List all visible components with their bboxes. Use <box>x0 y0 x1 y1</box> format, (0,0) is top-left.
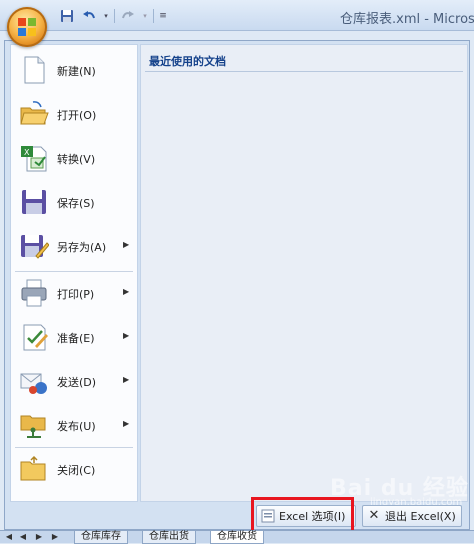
last-sheet-icon[interactable]: ▶ <box>50 531 60 543</box>
menu-item-new[interactable]: 新建(N) <box>11 50 137 90</box>
close-folder-icon <box>20 455 46 481</box>
office-logo-icon <box>18 18 36 36</box>
sheet-tab[interactable]: 仓库库存 <box>74 531 128 544</box>
menu-item-label: 转换(V) <box>57 153 96 166</box>
menu-item-label: 打印(P) <box>57 288 95 301</box>
menu-item-convert[interactable]: X 转换(V) <box>11 138 137 178</box>
office-menu-commands: 新建(N) 打开(O) X 转换(V) 保存(S) 另存为(A) ▶ 打印(P)… <box>10 44 138 502</box>
svg-text:X: X <box>24 148 30 157</box>
divider <box>145 71 463 72</box>
window-title: 仓库报表.xml - Micros <box>340 12 474 27</box>
next-sheet-icon[interactable]: ▶ <box>34 531 44 543</box>
toolbar-separator <box>114 9 115 23</box>
red-highlight-box <box>251 497 354 533</box>
menu-item-label: 准备(E) <box>57 332 95 345</box>
menu-item-close[interactable]: 关闭(C) <box>11 449 137 489</box>
sheet-tab-bar: ◀ ◀ ▶ ▶ 仓库库存 仓库出货 仓库收货 <box>0 530 474 544</box>
save-as-icon <box>21 235 49 259</box>
print-icon <box>21 279 47 307</box>
publish-icon <box>20 415 46 438</box>
recent-documents-title: 最近使用的文档 <box>149 55 226 68</box>
first-sheet-icon[interactable]: ◀ <box>4 531 14 543</box>
save-icon <box>22 190 46 214</box>
sheet-tab[interactable]: 仓库收货 <box>210 531 264 544</box>
sheet-tab[interactable]: 仓库出货 <box>142 531 196 544</box>
open-folder-icon <box>20 101 49 125</box>
prepare-icon <box>23 324 48 351</box>
menu-item-label: 保存(S) <box>57 197 95 210</box>
menu-separator <box>15 271 133 272</box>
menu-item-publish[interactable]: 发布(U) ▶ <box>11 405 137 445</box>
close-icon: ✕ <box>368 508 380 523</box>
title-bar: ▾ ▾ ≡ 仓库报表.xml - Micros <box>0 0 474 31</box>
undo-dropdown-icon[interactable]: ▾ <box>102 7 110 25</box>
quick-access-toolbar: ▾ ▾ ≡ <box>58 6 168 26</box>
new-document-icon <box>24 56 45 84</box>
menu-item-label: 打开(O) <box>57 109 97 122</box>
convert-icon: X <box>21 146 47 172</box>
toolbar-separator <box>153 9 154 23</box>
send-icon <box>20 373 47 394</box>
customize-icon[interactable]: ≡ <box>158 7 168 25</box>
submenu-arrow-icon: ▶ <box>123 240 130 249</box>
menu-item-prepare[interactable]: 准备(E) ▶ <box>11 317 137 357</box>
office-button[interactable] <box>7 7 47 47</box>
submenu-arrow-icon: ▶ <box>123 375 130 384</box>
menu-separator <box>15 447 133 448</box>
undo-icon[interactable] <box>80 7 98 25</box>
save-icon[interactable] <box>58 7 76 25</box>
redo-dropdown-icon[interactable]: ▾ <box>141 7 149 25</box>
prev-sheet-icon[interactable]: ◀ <box>18 531 28 543</box>
menu-item-label: 发布(U) <box>57 420 96 433</box>
exit-excel-button[interactable]: ✕ 退出 Excel(X) <box>362 505 462 527</box>
exit-excel-label: 退出 Excel(X) <box>385 510 456 523</box>
recent-documents-pane: 最近使用的文档 <box>140 44 468 502</box>
menu-item-label: 关闭(C) <box>57 464 96 477</box>
menu-footer: Excel 选项(I) ✕ 退出 Excel(X) <box>6 502 468 528</box>
menu-item-send[interactable]: 发送(D) ▶ <box>11 361 137 401</box>
menu-item-save-as[interactable]: 另存为(A) ▶ <box>11 226 137 266</box>
menu-item-save[interactable]: 保存(S) <box>11 182 137 222</box>
menu-item-label: 新建(N) <box>57 65 96 78</box>
submenu-arrow-icon: ▶ <box>123 287 130 296</box>
menu-item-label: 发送(D) <box>57 376 97 389</box>
submenu-arrow-icon: ▶ <box>123 331 130 340</box>
menu-item-print[interactable]: 打印(P) ▶ <box>11 273 137 313</box>
submenu-arrow-icon: ▶ <box>123 419 130 428</box>
menu-item-open[interactable]: 打开(O) <box>11 94 137 134</box>
redo-icon[interactable] <box>119 7 137 25</box>
menu-item-label: 另存为(A) <box>57 241 107 254</box>
